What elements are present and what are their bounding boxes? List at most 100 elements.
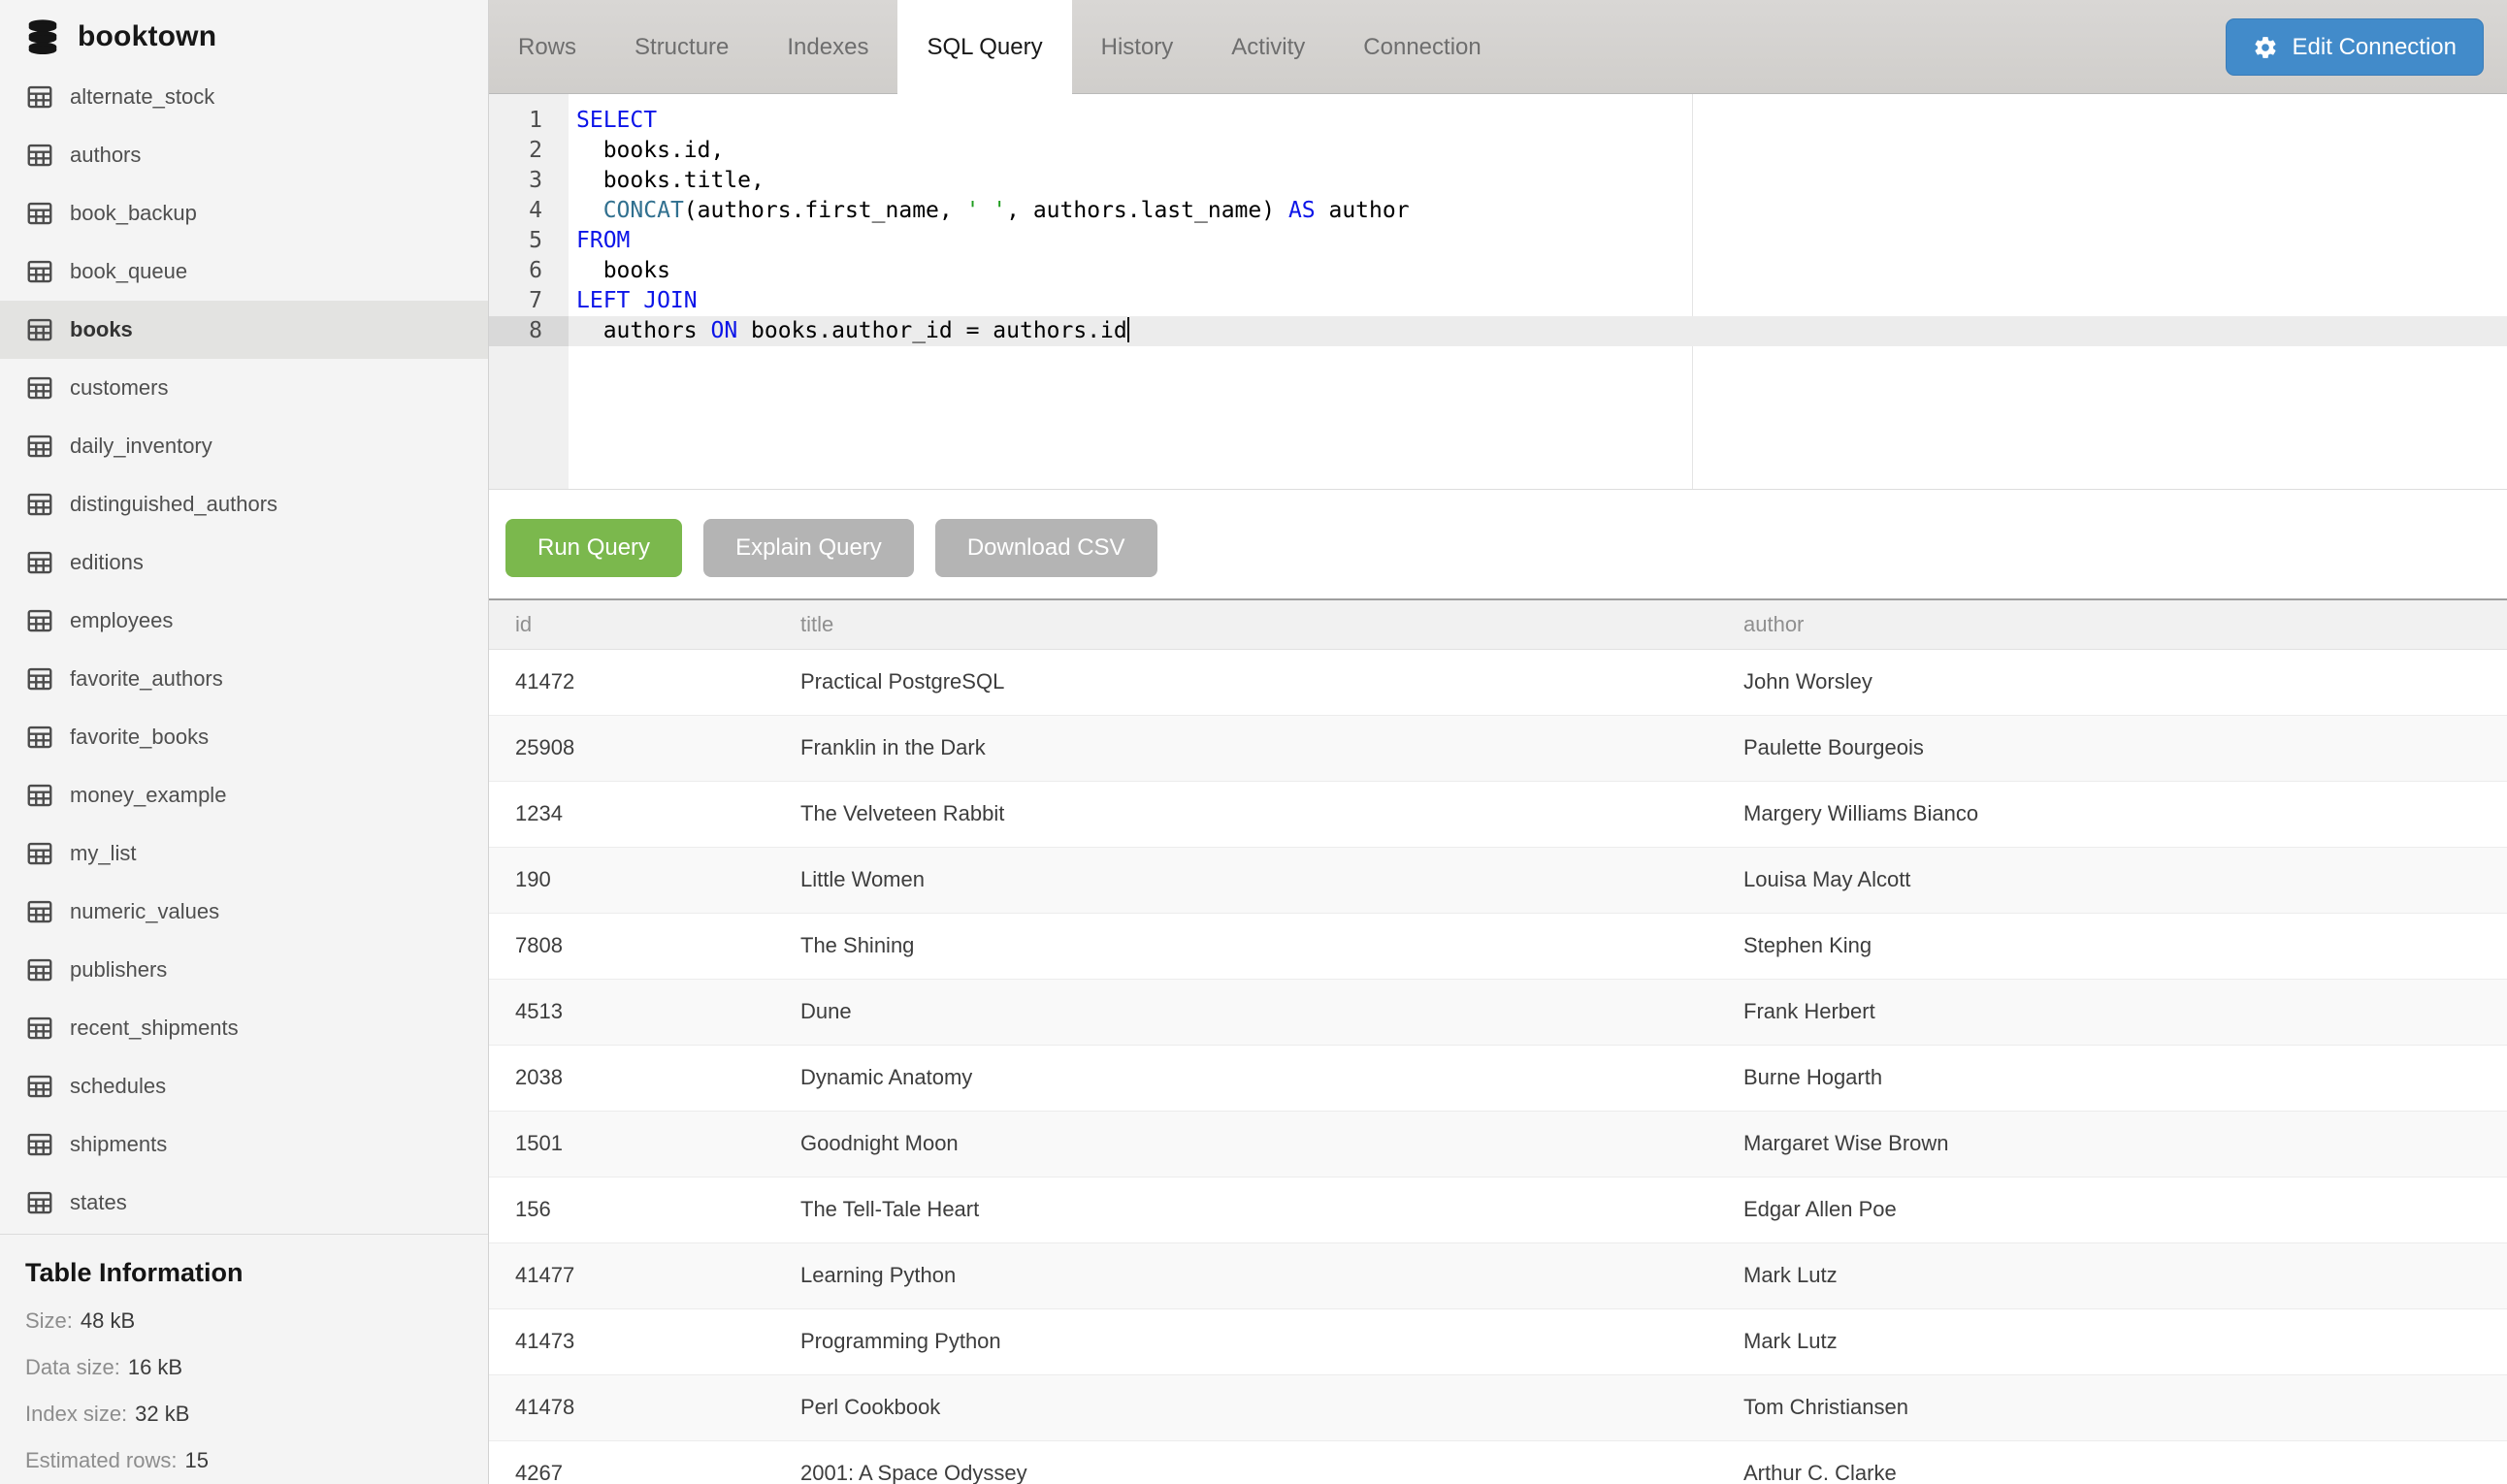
editor-lines: SELECT books.id, books.title, CONCAT(aut… [569, 106, 2507, 346]
token-kw: AS [1288, 198, 1316, 223]
sidebar-item-shipments[interactable]: shipments [0, 1115, 488, 1174]
sidebar-item-customers[interactable]: customers [0, 359, 488, 417]
table-row[interactable]: 1501Goodnight MoonMargaret Wise Brown [489, 1111, 2507, 1177]
code-line-8[interactable]: authors ON books.author_id = authors.id [569, 316, 2507, 346]
table-name-label: distinguished_authors [70, 492, 277, 517]
table-name-label: employees [70, 608, 173, 633]
tab-rows[interactable]: Rows [489, 0, 605, 94]
sidebar-item-publishers[interactable]: publishers [0, 941, 488, 999]
sidebar-item-money-example[interactable]: money_example [0, 766, 488, 824]
table-row[interactable]: 41473Programming PythonMark Lutz [489, 1308, 2507, 1374]
sidebar-item-distinguished-authors[interactable]: distinguished_authors [0, 475, 488, 533]
code-line-5[interactable]: FROM [569, 226, 2507, 256]
run-query-button[interactable]: Run Query [505, 519, 682, 577]
cell-title: Dune [774, 979, 1717, 1045]
tab-activity[interactable]: Activity [1202, 0, 1334, 94]
table-row[interactable]: 41478Perl CookbookTom Christiansen [489, 1374, 2507, 1440]
table-row[interactable]: 190Little WomenLouisa May Alcott [489, 847, 2507, 913]
cell-title: Perl Cookbook [774, 1374, 1717, 1440]
table-row[interactable]: 25908Franklin in the DarkPaulette Bourge… [489, 715, 2507, 781]
table-row[interactable]: 42672001: A Space OdysseyArthur C. Clark… [489, 1440, 2507, 1484]
token-pl [576, 198, 603, 223]
token-pl: books.id, [576, 138, 724, 163]
sidebar-item-states[interactable]: states [0, 1174, 488, 1232]
database-name: booktown [78, 20, 216, 53]
sidebar-item-books[interactable]: books [0, 301, 488, 359]
cell-id: 25908 [489, 715, 774, 781]
table-row[interactable]: 7808The ShiningStephen King [489, 913, 2507, 979]
cell-title: Goodnight Moon [774, 1111, 1717, 1177]
info-row-estimated-rows-: Estimated rows:15 [25, 1437, 463, 1484]
tab-structure[interactable]: Structure [605, 0, 758, 94]
tab-connection[interactable]: Connection [1334, 0, 1510, 94]
sidebar-item-schedules[interactable]: schedules [0, 1057, 488, 1115]
results-body: 41472Practical PostgreSQLJohn Worsley259… [489, 649, 2507, 1484]
code-line-2[interactable]: books.id, [569, 136, 2507, 166]
results-header-row: idtitleauthor [489, 600, 2507, 649]
table-information-rows: Size:48 kBData size:16 kBIndex size:32 k… [25, 1298, 463, 1484]
cell-author: Margery Williams Bianco [1717, 781, 2507, 847]
edit-connection-button[interactable]: Edit Connection [2226, 18, 2484, 76]
line-number: 3 [489, 166, 569, 196]
info-row-size-: Size:48 kB [25, 1298, 463, 1344]
editor-code-area[interactable]: SELECT books.id, books.title, CONCAT(aut… [569, 94, 2507, 489]
table-row[interactable]: 2038Dynamic AnatomyBurne Hogarth [489, 1045, 2507, 1111]
table-name-label: editions [70, 550, 144, 575]
sidebar-item-book-queue[interactable]: book_queue [0, 242, 488, 301]
sidebar-item-favorite-authors[interactable]: favorite_authors [0, 650, 488, 708]
column-header-author[interactable]: author [1717, 600, 2507, 649]
database-header: booktown [0, 6, 488, 68]
line-number: 2 [489, 136, 569, 166]
sidebar-item-recent-shipments[interactable]: recent_shipments [0, 999, 488, 1057]
explain-query-button[interactable]: Explain Query [703, 519, 914, 577]
code-line-6[interactable]: books [569, 256, 2507, 286]
cell-author: John Worsley [1717, 649, 2507, 715]
table-name-label: customers [70, 375, 168, 401]
cell-title: Little Women [774, 847, 1717, 913]
cell-title: Practical PostgreSQL [774, 649, 1717, 715]
info-label: Data size: [25, 1355, 120, 1380]
sidebar-item-numeric-values[interactable]: numeric_values [0, 883, 488, 941]
column-header-id[interactable]: id [489, 600, 774, 649]
token-pl: author [1316, 198, 1410, 223]
table-row[interactable]: 41477Learning PythonMark Lutz [489, 1242, 2507, 1308]
table-name-label: daily_inventory [70, 434, 212, 459]
cell-title: Learning Python [774, 1242, 1717, 1308]
table-name-label: books [70, 317, 133, 342]
cell-title: 2001: A Space Odyssey [774, 1440, 1717, 1484]
sidebar-item-my-list[interactable]: my_list [0, 824, 488, 883]
database-icon [24, 18, 61, 55]
cell-title: The Shining [774, 913, 1717, 979]
sidebar-item-employees[interactable]: employees [0, 592, 488, 650]
sql-editor[interactable]: 12345678 SELECT books.id, books.title, C… [489, 94, 2507, 490]
sidebar-item-alternate-stock[interactable]: alternate_stock [0, 68, 488, 126]
table-icon [25, 723, 54, 752]
table-row[interactable]: 41472Practical PostgreSQLJohn Worsley [489, 649, 2507, 715]
table-icon [25, 606, 54, 635]
sidebar-item-editions[interactable]: editions [0, 533, 488, 592]
code-line-7[interactable]: LEFT JOIN [569, 286, 2507, 316]
download-csv-button[interactable]: Download CSV [935, 519, 1157, 577]
query-actions: Run Query Explain Query Download CSV [489, 490, 2507, 577]
token-pl: , authors.last_name) [1006, 198, 1288, 223]
sidebar-item-authors[interactable]: authors [0, 126, 488, 184]
code-line-3[interactable]: books.title, [569, 166, 2507, 196]
code-line-4[interactable]: CONCAT(authors.first_name, ' ', authors.… [569, 196, 2507, 226]
table-row[interactable]: 156The Tell-Tale HeartEdgar Allen Poe [489, 1177, 2507, 1242]
token-kw: LEFT JOIN [576, 288, 698, 313]
sidebar-item-daily-inventory[interactable]: daily_inventory [0, 417, 488, 475]
table-name-label: favorite_books [70, 725, 209, 750]
tab-history[interactable]: History [1072, 0, 1203, 94]
results-panel: idtitleauthor 41472Practical PostgreSQLJ… [489, 598, 2507, 1484]
sidebar-item-favorite-books[interactable]: favorite_books [0, 708, 488, 766]
tab-sql-query[interactable]: SQL Query [897, 0, 1071, 115]
table-icon [25, 490, 54, 519]
table-icon [25, 1014, 54, 1043]
table-row[interactable]: 4513DuneFrank Herbert [489, 979, 2507, 1045]
cell-id: 41478 [489, 1374, 774, 1440]
tab-indexes[interactable]: Indexes [758, 0, 897, 94]
sidebar-item-book-backup[interactable]: book_backup [0, 184, 488, 242]
column-header-title[interactable]: title [774, 600, 1717, 649]
table-row[interactable]: 1234The Velveteen RabbitMargery Williams… [489, 781, 2507, 847]
table-icon [25, 1072, 54, 1101]
